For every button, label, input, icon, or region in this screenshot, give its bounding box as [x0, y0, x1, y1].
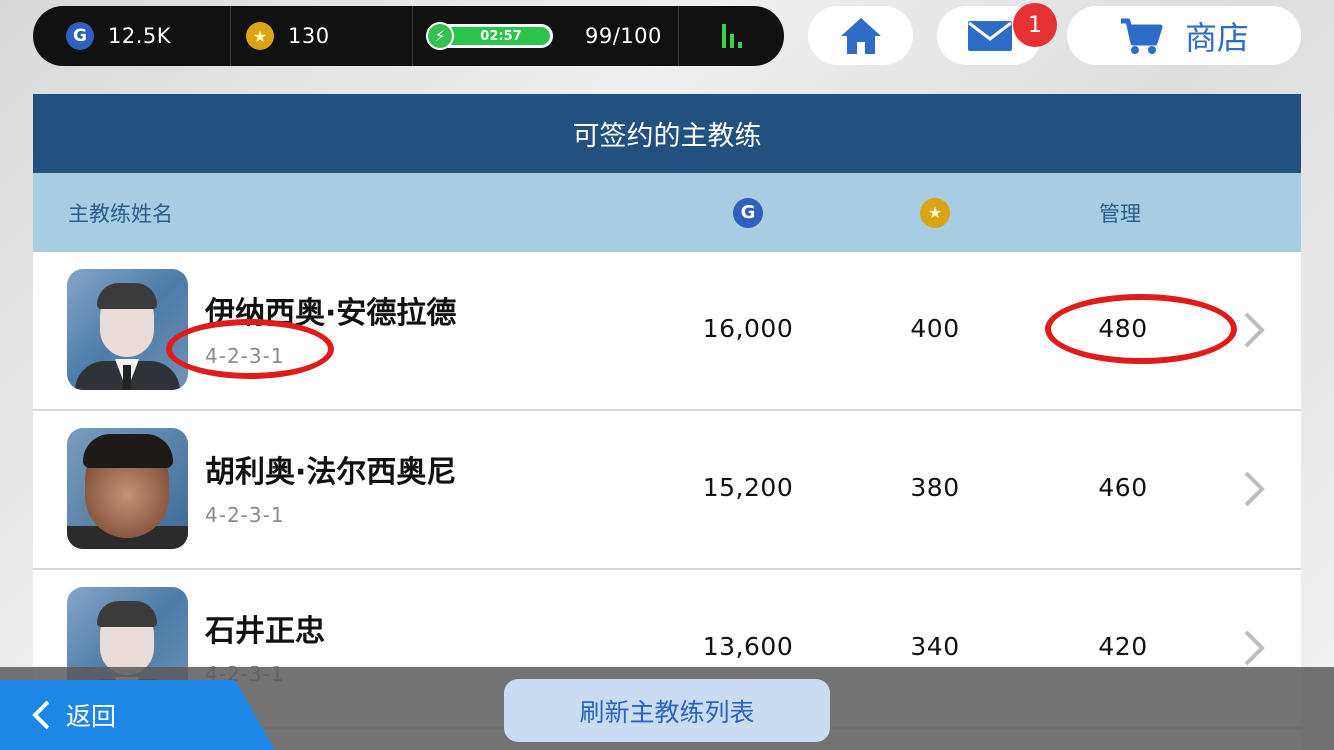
coach-gp-cost: 13,600: [702, 632, 794, 661]
coach-name: 石井正忠: [205, 614, 325, 649]
header-coach-name: 主教练姓名: [68, 201, 173, 226]
back-button[interactable]: 返回: [0, 680, 275, 750]
shop-label: 商店: [1184, 18, 1249, 57]
coach-coin-cost: 340: [910, 632, 960, 661]
resource-bar: G 12.5K ★ 130 ⚡ 02:57 99/100: [33, 6, 784, 66]
coins-value: 130: [288, 24, 330, 48]
coach-coin-cost: 380: [910, 473, 960, 502]
coach-row[interactable]: 伊纳西奥·安德拉德 4-2-3-1 16,000 400 480: [33, 252, 1301, 411]
gp-value: 12.5K: [108, 24, 172, 48]
panel-title: 可签约的主教练: [33, 94, 1301, 173]
energy-progress-bar: ⚡ 02:57: [426, 22, 553, 50]
chevron-right-icon[interactable]: [1238, 469, 1268, 509]
signal-cell[interactable]: [679, 6, 784, 66]
refresh-coach-list-button[interactable]: 刷新主教练列表: [504, 679, 830, 742]
table-header: 主教练姓名 G ★ 管理: [33, 173, 1301, 252]
coach-avatar-silhouette: [67, 269, 188, 390]
coach-management: 460: [1098, 473, 1148, 502]
gp-currency-icon: G: [66, 22, 94, 50]
energy-timer: 02:57: [480, 28, 522, 44]
home-button[interactable]: [808, 6, 913, 65]
coin-star-icon: ★: [246, 22, 274, 50]
coach-coin-cost: 400: [910, 314, 960, 343]
signal-strength-icon[interactable]: [721, 24, 742, 48]
energy-counter: ⚡ 02:57 99/100: [413, 6, 679, 66]
mail-badge: 1: [1013, 3, 1057, 47]
coach-avatar-photo: [67, 428, 188, 549]
header-management: 管理: [1099, 201, 1141, 226]
mail-envelope-icon: [967, 20, 1012, 51]
chevron-right-icon[interactable]: [1238, 628, 1268, 668]
shop-button[interactable]: 商店: [1067, 6, 1301, 65]
coach-list-panel: 可签约的主教练 主教练姓名 G ★ 管理 伊纳西奥·安德拉德 4-2-3-1 1…: [33, 94, 1301, 750]
gp-column-icon: G: [733, 197, 763, 228]
lightning-bolt-icon: ⚡: [426, 22, 454, 50]
shopping-cart-icon: [1120, 18, 1163, 54]
coach-gp-cost: 15,200: [702, 473, 794, 502]
management-highlight-circle: [1045, 294, 1237, 364]
coin-column-star-icon: ★: [920, 197, 950, 228]
coach-formation: 4-2-3-1: [205, 503, 285, 527]
energy-value: 99/100: [585, 24, 662, 48]
coach-row[interactable]: 胡利奥·法尔西奥尼 4-2-3-1 15,200 380 460: [33, 411, 1301, 570]
gp-counter: G 12.5K: [33, 6, 231, 66]
home-icon: [840, 17, 881, 54]
formation-highlight-circle: [166, 319, 334, 379]
chevron-left-icon: [32, 700, 50, 730]
coach-gp-cost: 16,000: [702, 314, 794, 343]
chevron-right-icon[interactable]: [1238, 310, 1268, 350]
coach-name: 胡利奥·法尔西奥尼: [205, 455, 457, 490]
coin-counter: ★ 130: [231, 6, 413, 66]
back-label: 返回: [66, 702, 117, 731]
coach-management: 420: [1098, 632, 1148, 661]
